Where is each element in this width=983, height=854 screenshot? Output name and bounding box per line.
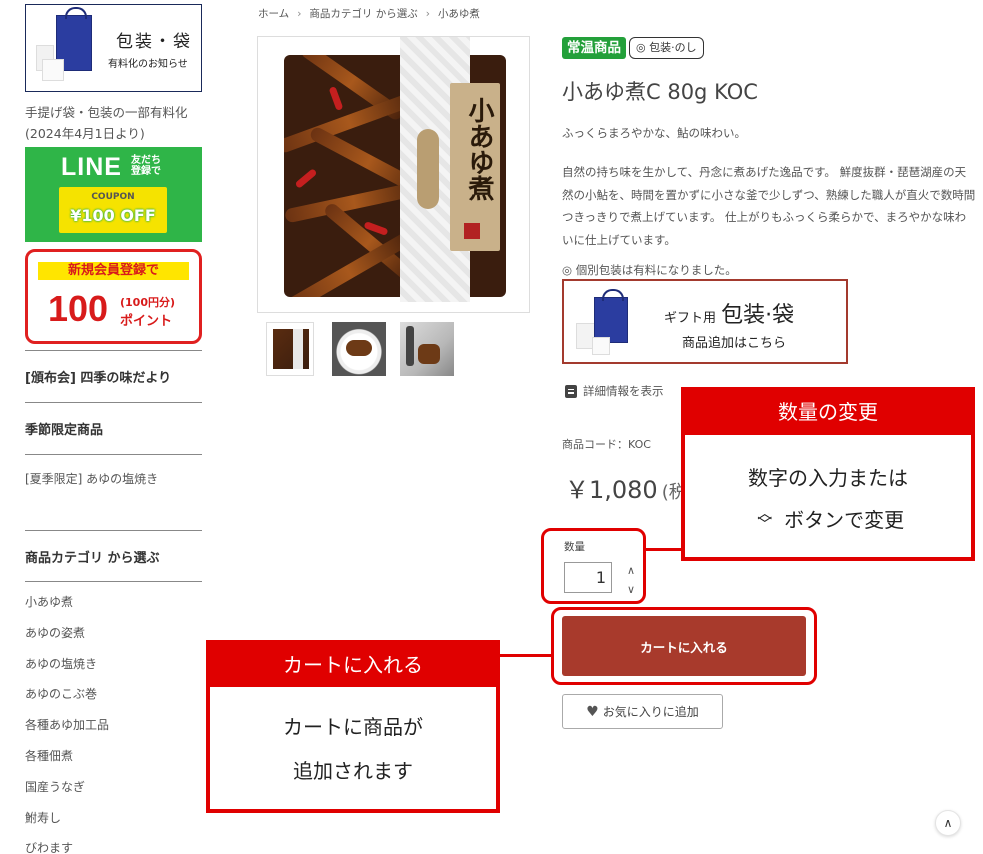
chili-shape bbox=[328, 86, 344, 111]
coupon-ticket: COUPON ¥100 OFF bbox=[59, 187, 167, 233]
line-banner-side-text: 友だち登録で bbox=[131, 155, 161, 177]
signup-banner-points: 100 bbox=[48, 288, 109, 329]
category-item[interactable]: 小あゆ煮 bbox=[25, 587, 202, 618]
signup-banner-yen: (100円分) bbox=[120, 296, 176, 309]
quantity-callout-body: 数字の入力または ︿ ﹀ ボタンで変更 bbox=[685, 435, 971, 541]
heart-icon: ♥ bbox=[586, 703, 599, 720]
category-item[interactable]: あゆの塩焼き bbox=[25, 649, 202, 680]
thumbnail-1[interactable] bbox=[266, 322, 314, 376]
gift-box-image bbox=[42, 59, 64, 81]
up-down-chevron-icon: ︿ ﹀ bbox=[757, 503, 773, 533]
chili-shape bbox=[294, 168, 318, 189]
thumbnail-2[interactable] bbox=[332, 322, 386, 376]
product-title: 小あゆ煮C 80g KOC bbox=[562, 80, 758, 104]
breadcrumb-category[interactable]: 商品カテゴリ から選ぶ bbox=[309, 8, 417, 20]
add-to-cart-button[interactable]: カートに入れる bbox=[562, 616, 806, 676]
breadcrumb: ホーム › 商品カテゴリ から選ぶ › 小あゆ煮 bbox=[258, 6, 480, 21]
signup-point-banner[interactable]: 新規会員登録で 100 (100円分) ポイント bbox=[25, 249, 202, 344]
category-item[interactable]: 鮒寿し bbox=[25, 803, 202, 834]
gift-box-image bbox=[592, 337, 610, 355]
wrapping-notice-banner[interactable]: 包装・袋 有料化のお知らせ bbox=[25, 4, 202, 92]
main-product-image[interactable]: 小あゆ煮 bbox=[257, 36, 530, 313]
product-code: 商品コード：KOC bbox=[562, 438, 651, 451]
thumbnail-image bbox=[346, 340, 372, 356]
cart-callout: カートに入れる カートに商品が 追加されます bbox=[206, 640, 500, 813]
favorites-label: お気に入りに追加 bbox=[602, 705, 699, 719]
breadcrumb-current[interactable]: 小あゆ煮 bbox=[438, 8, 480, 20]
package-label-text: 小あゆ煮 bbox=[464, 97, 494, 201]
breadcrumb-separator: › bbox=[425, 8, 430, 20]
breadcrumb-separator: › bbox=[297, 8, 302, 20]
product-badges: 常温商品 ◎ 包装·のし bbox=[562, 37, 704, 59]
quantity-highlight: 数量 ∧ ∨ bbox=[541, 528, 646, 604]
category-heading: 商品カテゴリ から選ぶ bbox=[25, 530, 202, 582]
quantity-callout: 数量の変更 数字の入力または ︿ ﹀ ボタンで変更 bbox=[681, 387, 975, 561]
category-item[interactable]: あゆのこぶ巻 bbox=[25, 679, 202, 710]
line-logo: LINE bbox=[61, 153, 122, 181]
quantity-input[interactable] bbox=[564, 562, 612, 593]
cart-callout-line2: 追加されます bbox=[293, 759, 413, 783]
cart-highlight: カートに入れる bbox=[551, 607, 817, 685]
gift-banner-title: ギフト用 包装·袋 bbox=[664, 297, 794, 329]
category-list: 小あゆ煮 あゆの姿煮 あゆの塩焼き あゆのこぶ巻 各種あゆ加工品 各種佃煮 国産… bbox=[25, 587, 202, 854]
price-value: ￥1,080 bbox=[565, 476, 658, 504]
callout-connector bbox=[500, 654, 552, 657]
gift-banner-title-large: 包装·袋 bbox=[721, 303, 795, 328]
coupon-value: ¥100 OFF bbox=[70, 206, 156, 225]
category-item[interactable]: 国産うなぎ bbox=[25, 772, 202, 803]
gift-wrapping-banner[interactable]: ギフト用 包装·袋 商品追加はこちら bbox=[562, 279, 848, 364]
callout-connector bbox=[645, 548, 682, 551]
line-coupon-banner[interactable]: LINE 友だち登録で COUPON ¥100 OFF bbox=[25, 147, 202, 242]
quantity-callout-line1: 数字の入力または bbox=[748, 466, 908, 490]
wrapping-note: ◎ 個別包装は有料になりました。 bbox=[562, 263, 737, 277]
thumbnail-image bbox=[273, 329, 309, 369]
cart-callout-body: カートに商品が 追加されます bbox=[210, 687, 496, 793]
banner-title: 包装・袋 bbox=[116, 32, 192, 52]
quantity-callout-line2-wrap: ︿ ﹀ ボタンで変更 bbox=[685, 499, 971, 541]
cart-callout-title: カートに入れる bbox=[210, 644, 496, 687]
package-tag bbox=[417, 129, 439, 209]
gift-banner-title-small: ギフト用 bbox=[664, 311, 717, 326]
category-item[interactable]: びわます bbox=[25, 833, 202, 854]
scroll-top-icon[interactable]: ∧ bbox=[935, 810, 961, 836]
product-price: ￥1,080 (税 bbox=[565, 470, 687, 505]
coupon-label: COUPON bbox=[91, 192, 135, 202]
add-to-favorites-button[interactable]: ♥ お気に入りに追加 bbox=[562, 694, 723, 729]
thumbnail-3[interactable] bbox=[400, 322, 454, 376]
breadcrumb-home[interactable]: ホーム bbox=[258, 8, 289, 20]
category-item[interactable]: 各種あゆ加工品 bbox=[25, 710, 202, 741]
document-icon bbox=[565, 384, 577, 398]
category-item[interactable]: あゆの姿煮 bbox=[25, 618, 202, 649]
room-temp-badge: 常温商品 bbox=[562, 37, 626, 59]
sidebar: 包装・袋 有料化のお知らせ 手提げ袋・包装の一部有料化(2024年4月1日より)… bbox=[25, 4, 202, 854]
sidebar-item-summer-limited[interactable]: [夏季限定] あゆの塩焼き bbox=[25, 455, 202, 505]
signup-banner-headline: 新規会員登録で bbox=[38, 262, 189, 280]
product-description: 自然の持ち味を生かして、丹念に煮あげた逸品です。 鮮度抜群・琵琶湖産の天然の小鮎… bbox=[562, 165, 976, 247]
chevron-up-icon[interactable]: ∧ bbox=[624, 565, 638, 577]
quantity-callout-title: 数量の変更 bbox=[685, 391, 971, 435]
thumbnail-image bbox=[418, 344, 440, 364]
sidebar-item-subscription[interactable]: [頒布会] 四季の味だより bbox=[25, 351, 202, 402]
show-details-label: 詳細情報を表示 bbox=[583, 384, 664, 398]
package-seal bbox=[464, 223, 480, 239]
wrapping-notice-link[interactable]: 手提げ袋・包装の一部有料化(2024年4月1日より) bbox=[25, 102, 202, 144]
sidebar-item-seasonal[interactable]: 季節限定商品 bbox=[25, 403, 202, 454]
side-menu: [頒布会] 四季の味だより 季節限定商品 [夏季限定] あゆの塩焼き 商品カテゴ… bbox=[25, 350, 202, 854]
cart-callout-line1: カートに商品が bbox=[283, 715, 423, 739]
bottle-shape bbox=[406, 326, 414, 366]
quantity-callout-line2: ボタンで変更 bbox=[784, 508, 905, 532]
chevron-down-icon[interactable]: ∨ bbox=[624, 584, 638, 596]
signup-banner-unit: ポイント bbox=[120, 314, 173, 329]
gift-banner-subtitle: 商品追加はこちら bbox=[682, 336, 787, 351]
category-item[interactable]: 各種佃煮 bbox=[25, 741, 202, 772]
quantity-label: 数量 bbox=[564, 541, 585, 553]
banner-subtitle: 有料化のお知らせ bbox=[108, 59, 188, 70]
wrapping-badge: ◎ 包装·のし bbox=[629, 37, 704, 59]
show-details-link[interactable]: 詳細情報を表示 bbox=[565, 383, 664, 399]
product-lead: ふっくらまろやかな、鮎の味わい。 bbox=[562, 126, 746, 140]
